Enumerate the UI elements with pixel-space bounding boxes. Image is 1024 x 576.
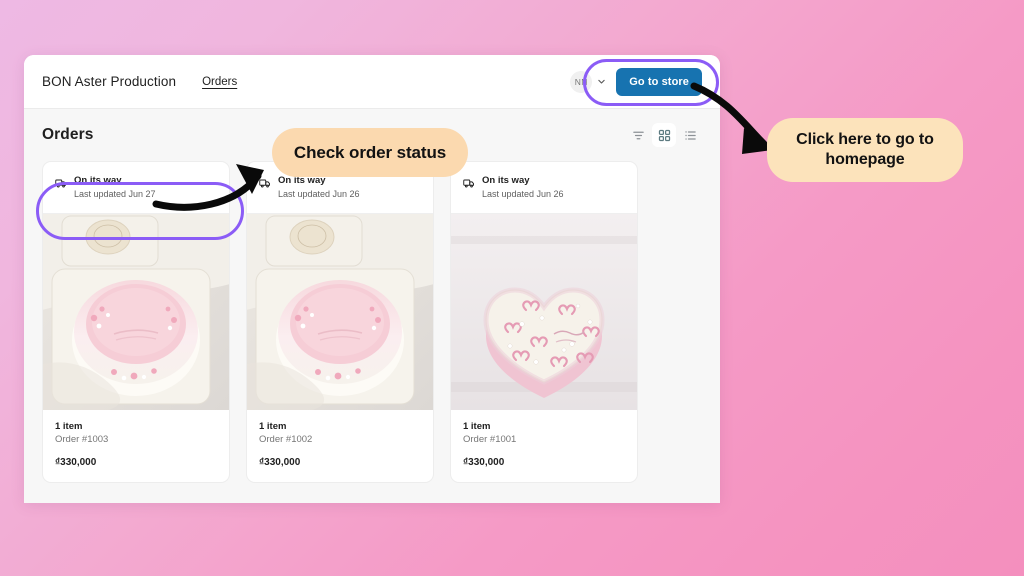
go-to-store-button[interactable]: Go to store [616, 67, 702, 96]
top-navigation-bar: BON Aster Production Orders NN Go to sto… [24, 55, 720, 109]
list-view-icon [684, 129, 697, 142]
page-title: Orders [42, 126, 94, 143]
order-product-image [43, 214, 229, 411]
order-status-title: On its way [74, 175, 122, 186]
order-product-image [451, 214, 637, 411]
orders-grid: On its way Last updated Jun 27 1 item Or… [42, 161, 702, 484]
order-card-footer: 1 item Order #1001 ₫330,000 [451, 410, 637, 482]
app-window: BON Aster Production Orders NN Go to sto… [24, 55, 720, 503]
list-view-button[interactable] [678, 123, 702, 147]
order-card[interactable]: On its way Last updated Jun 26 1 item Or… [246, 161, 434, 484]
avatar: NN [570, 70, 593, 93]
order-price: ₫330,000 [463, 457, 505, 469]
order-status-title: On its way [278, 175, 326, 186]
order-number: Order #1003 [55, 434, 109, 446]
truck-icon [259, 176, 271, 194]
order-last-updated: Last updated Jun 26 [482, 189, 564, 200]
order-number: Order #1001 [463, 434, 517, 446]
view-controls [626, 123, 702, 147]
order-status-text: On its way Last updated Jun 27 [74, 175, 156, 201]
order-number: Order #1002 [259, 434, 313, 446]
callout-go-to-homepage: Click here to go to homepage [767, 118, 963, 182]
order-status-text: On its way Last updated Jun 26 [278, 175, 360, 201]
page-body: Orders On its way Last updated Jun 27 1 … [24, 109, 720, 503]
order-status-title: On its way [482, 175, 530, 186]
order-item-count: 1 item [463, 421, 491, 433]
order-status-block: On its way Last updated Jun 26 [247, 162, 433, 215]
brand-name: BON Aster Production [42, 74, 177, 89]
grid-view-button[interactable] [652, 123, 676, 147]
order-status-block: On its way Last updated Jun 27 [43, 162, 229, 215]
chevron-down-icon [597, 77, 606, 86]
order-card[interactable]: On its way Last updated Jun 27 1 item Or… [42, 161, 230, 484]
truck-icon [55, 176, 67, 194]
topbar-right-group: NN Go to store [567, 67, 702, 96]
order-price: ₫330,000 [259, 457, 301, 469]
order-card[interactable]: On its way Last updated Jun 26 1 item Or… [450, 161, 638, 484]
order-status-text: On its way Last updated Jun 26 [482, 175, 564, 201]
order-last-updated: Last updated Jun 27 [74, 189, 156, 200]
order-card-footer: 1 item Order #1002 ₫330,000 [247, 410, 433, 482]
order-item-count: 1 item [55, 421, 83, 433]
order-product-image [247, 214, 433, 411]
grid-view-icon [658, 129, 671, 142]
order-last-updated: Last updated Jun 26 [278, 189, 360, 200]
order-status-block: On its way Last updated Jun 26 [451, 162, 637, 215]
account-menu-button[interactable]: NN [567, 68, 610, 96]
order-price: ₫330,000 [55, 457, 97, 469]
order-item-count: 1 item [259, 421, 287, 433]
nav-link-orders[interactable]: Orders [202, 76, 237, 88]
filter-button[interactable] [626, 123, 650, 147]
filter-icon [632, 129, 645, 142]
order-card-footer: 1 item Order #1003 ₫330,000 [43, 410, 229, 482]
page-header: Orders [42, 109, 702, 161]
truck-icon [463, 176, 475, 194]
